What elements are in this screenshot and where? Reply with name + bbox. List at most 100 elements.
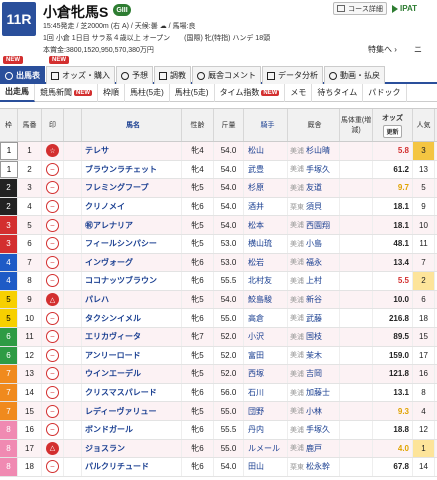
tab-0[interactable]: 出馬表 NEW: [0, 56, 45, 84]
trainer-name[interactable]: 吉岡: [306, 368, 322, 379]
table-row[interactable]: 5 9 △ パレハ 牝5 54.0 鮫島駿 美浦 新谷 10.0 6: [0, 290, 437, 310]
jockey-name[interactable]: ルメール: [244, 439, 288, 458]
trainer-name[interactable]: 手塚久: [306, 424, 330, 435]
check-cell[interactable]: [64, 439, 82, 458]
horse-name[interactable]: クリノメイ: [82, 197, 182, 216]
odds-value[interactable]: 18.1: [373, 216, 413, 234]
horse-name[interactable]: アンリーロード: [82, 346, 182, 365]
table-row[interactable]: 8 17 △ ジョスラン 牝6 55.0 ルメール 美浦 鹿戸 4.0 1: [0, 439, 437, 459]
mark-cell[interactable]: –: [42, 365, 64, 383]
jockey-name[interactable]: 松本: [244, 216, 288, 234]
odds-value[interactable]: 89.5: [373, 327, 413, 346]
table-row[interactable]: 6 12– アンリーロード 牝5 52.0 富田 美浦 茉木 159.0 17: [0, 346, 437, 366]
horse-name[interactable]: ボンドガール: [82, 420, 182, 439]
table-row[interactable]: 7 14– クリスマスパレード 牝6 56.0 石川 美浦 加藤士 13.1 8: [0, 383, 437, 403]
horse-name[interactable]: ウインエーデル: [82, 365, 182, 383]
tab-2[interactable]: 予想: [116, 66, 153, 84]
jockey-name[interactable]: 酒井: [244, 197, 288, 216]
trainer-name[interactable]: 友道: [306, 182, 322, 193]
table-row[interactable]: 4 8– ココナッツブラウン 牝6 55.5 北村友 美浦 上村 5.5 2: [0, 272, 437, 291]
check-cell[interactable]: [64, 309, 82, 327]
odds-value[interactable]: 159.0: [373, 346, 413, 365]
check-cell[interactable]: [64, 197, 82, 216]
check-cell[interactable]: [64, 365, 82, 383]
jockey-name[interactable]: 北村友: [244, 272, 288, 290]
trainer-name[interactable]: 松永幹: [306, 461, 330, 472]
odds-value[interactable]: 61.2: [373, 160, 413, 179]
table-row[interactable]: 5 10– タクシンイメル 牝6 55.0 高倉 美浦 武藤 216.8 18: [0, 309, 437, 328]
odds-value[interactable]: 18.1: [373, 197, 413, 216]
mark-cell[interactable]: △: [42, 290, 64, 309]
jockey-name[interactable]: 鮫島駿: [244, 290, 288, 309]
check-cell[interactable]: [64, 458, 82, 476]
subtab-8[interactable]: パドック: [363, 83, 407, 102]
odds-value[interactable]: 13.4: [373, 253, 413, 272]
jockey-name[interactable]: 富田: [244, 346, 288, 365]
mark-cell[interactable]: –: [42, 383, 64, 402]
jockey-name[interactable]: 松岩: [244, 253, 288, 272]
check-cell[interactable]: [64, 253, 82, 272]
check-cell[interactable]: [64, 383, 82, 402]
table-row[interactable]: 4 7– インヴォーグ 牝6 53.0 松岩 美浦 福永 13.4 7: [0, 253, 437, 273]
mark-icon[interactable]: –: [46, 460, 59, 474]
mark-icon[interactable]: –: [46, 274, 59, 288]
table-row[interactable]: 7 15– レディーヴァリュー 牝5 55.0 団野 美浦 小林 9.3 4: [0, 402, 437, 421]
odds-value[interactable]: 48.1: [373, 234, 413, 253]
trainer-name[interactable]: 杉山晴: [306, 145, 330, 156]
check-cell[interactable]: [64, 346, 82, 365]
horse-name[interactable]: エリカヴィータ: [82, 327, 182, 346]
table-row[interactable]: 1 1 ☆ テレサ 牝4 54.0 松山 美浦 杉山晴 5.8 3: [0, 142, 437, 161]
trainer-name[interactable]: 武藤: [306, 313, 322, 324]
mark-cell[interactable]: –: [42, 197, 64, 216]
jockey-name[interactable]: 団野: [244, 402, 288, 420]
trainer-name[interactable]: 上村: [306, 275, 322, 286]
horse-name[interactable]: ㊗アレナリア: [82, 216, 182, 234]
mark-cell[interactable]: –: [42, 402, 64, 420]
table-row[interactable]: 2 4– クリノメイ 牝6 54.0 酒井 栗東 須貝 18.1 9: [0, 197, 437, 217]
subtab-4[interactable]: 馬柱(5走): [170, 83, 215, 102]
ipat-link[interactable]: IPAT: [392, 2, 436, 15]
check-cell[interactable]: [64, 402, 82, 420]
subtab-7[interactable]: 待ちタイム: [312, 83, 364, 102]
tab-6[interactable]: 動画・払戻: [324, 66, 385, 84]
mark-icon[interactable]: –: [46, 181, 59, 195]
subtab-3[interactable]: 馬柱(5走): [125, 83, 170, 102]
odds-value[interactable]: 5.5: [373, 272, 413, 290]
check-cell[interactable]: [64, 179, 82, 197]
mark-icon[interactable]: –: [46, 386, 59, 400]
jockey-name[interactable]: 石川: [244, 383, 288, 402]
odds-value[interactable]: 5.8: [373, 142, 413, 160]
odds-value[interactable]: 18.8: [373, 420, 413, 439]
mark-cell[interactable]: –: [42, 420, 64, 439]
subtab-2[interactable]: 枠順: [98, 83, 125, 102]
mark-cell[interactable]: –: [42, 346, 64, 365]
tab-5[interactable]: データ分析: [262, 66, 323, 84]
subtab-6[interactable]: メモ: [285, 83, 313, 102]
tab-1[interactable]: オッズ・購入 NEW: [46, 56, 115, 84]
odds-value[interactable]: 9.7: [373, 179, 413, 197]
jockey-name[interactable]: 丹内: [244, 420, 288, 439]
mark-icon[interactable]: –: [46, 348, 59, 362]
horse-name[interactable]: パレハ: [82, 290, 182, 309]
trainer-name[interactable]: 小島: [306, 238, 322, 249]
trainer-name[interactable]: 小林: [306, 406, 322, 417]
mark-cell[interactable]: –: [42, 458, 64, 476]
table-row[interactable]: 1 2– ブラウンラチェット 牝4 54.0 武豊 美浦 手塚久 61.2 13: [0, 160, 437, 180]
horse-name[interactable]: フレミングフープ: [82, 179, 182, 197]
mark-icon[interactable]: –: [46, 218, 59, 232]
odds-value[interactable]: 4.0: [373, 439, 413, 458]
tab-3[interactable]: 調教: [154, 66, 191, 84]
horse-name[interactable]: タクシンイメル: [82, 309, 182, 327]
table-row[interactable]: 3 6– フィールシンパシー 牝5 53.0 横山琉 美浦 小島 48.1 11: [0, 234, 437, 254]
jockey-name[interactable]: 武豊: [244, 160, 288, 179]
table-row[interactable]: 8 16– ボンドガール 牝6 55.5 丹内 美浦 手塚久 18.8 12: [0, 420, 437, 440]
trainer-name[interactable]: 茉木: [306, 350, 322, 361]
trainer-name[interactable]: 新谷: [306, 294, 322, 305]
mark-icon[interactable]: –: [46, 162, 59, 176]
mark-icon[interactable]: –: [46, 423, 59, 437]
jockey-name[interactable]: 高倉: [244, 309, 288, 327]
table-row[interactable]: 2 3– フレミングフープ 牝5 54.0 杉原 美浦 友道 9.7 5: [0, 179, 437, 198]
mark-icon[interactable]: ☆: [46, 144, 59, 158]
odds-value[interactable]: 10.0: [373, 290, 413, 309]
mark-icon[interactable]: –: [46, 404, 59, 418]
